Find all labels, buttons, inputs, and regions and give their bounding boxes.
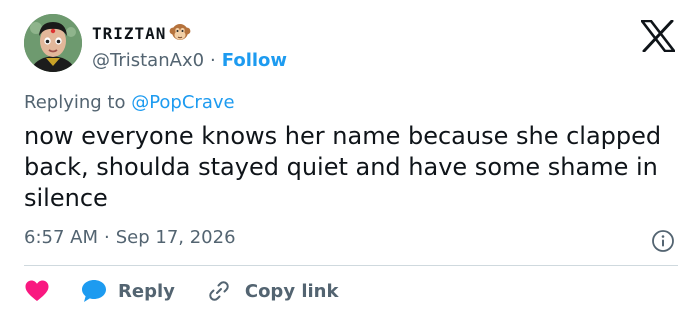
monkey-emoji-icon: [168, 21, 192, 45]
tweet-embed-card: TRIZTAN @TristanAx0 · Follow Replying to…: [0, 0, 700, 318]
tweet-text: now everyone knows her name because she …: [24, 122, 662, 212]
tweet-time: 6:57 AM: [24, 227, 98, 248]
author-name-row: TRIZTAN: [92, 20, 192, 46]
divider: [24, 265, 678, 266]
like-button[interactable]: [24, 279, 50, 303]
avatar[interactable]: [24, 14, 82, 72]
copy-link-button[interactable]: Copy link: [207, 279, 339, 303]
separator-dot: ·: [210, 49, 216, 71]
tweet-date: Sep 17, 2026: [115, 227, 236, 248]
replying-to-line: Replying to @PopCrave: [24, 92, 235, 113]
author-display-name[interactable]: TRIZTAN: [92, 24, 166, 43]
x-logo-icon[interactable]: [641, 20, 675, 52]
link-icon: [209, 281, 229, 301]
heart-icon: [25, 280, 49, 301]
follow-button[interactable]: Follow: [222, 50, 287, 71]
separator-dot: ·: [104, 227, 110, 248]
replying-to-prefix: Replying to: [24, 92, 132, 113]
replying-to-mention[interactable]: @PopCrave: [131, 92, 234, 113]
author-handle[interactable]: @TristanAx0: [92, 50, 204, 71]
tweet-timestamp[interactable]: 6:57 AM · Sep 17, 2026: [24, 227, 236, 248]
action-bar: Reply Copy link: [24, 276, 338, 306]
copy-link-label: Copy link: [244, 280, 339, 302]
speech-bubble-icon: [82, 280, 106, 302]
reply-button[interactable]: Reply: [80, 278, 175, 304]
info-icon[interactable]: [651, 229, 675, 253]
author-handle-row: @TristanAx0 · Follow: [92, 48, 287, 72]
reply-label: Reply: [118, 280, 175, 302]
